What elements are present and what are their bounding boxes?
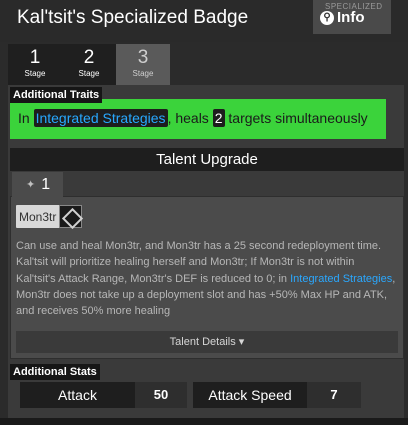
- stat-value: 50: [135, 382, 187, 408]
- info-label: Info: [337, 9, 365, 26]
- bottom-divider: [0, 418, 408, 425]
- potential-icon: ✦: [26, 179, 36, 191]
- trait-text-post: targets simultaneously: [228, 110, 368, 126]
- header-bar: Kal'tsit's Specialized Badge SPECIALIZED…: [0, 0, 408, 42]
- additional-traits-label: Additional Traits: [10, 87, 103, 103]
- mon3tr-icon: [59, 205, 83, 228]
- page-title: Kal'tsit's Specialized Badge: [17, 7, 249, 28]
- info-button[interactable]: ⚲ Info: [320, 9, 365, 26]
- talent-tab-1[interactable]: ✦ 1: [12, 172, 63, 197]
- trait-text-mid: , heals: [167, 110, 209, 126]
- target-count-chip: 2: [212, 109, 225, 127]
- stat-name: Attack: [20, 382, 135, 408]
- mon3tr-tag-label: Mon3tr: [19, 209, 57, 224]
- talent-upgrade-header: Talent Upgrade: [10, 148, 404, 171]
- stat-attack: Attack 50: [20, 382, 187, 408]
- stage-label: Stage: [78, 69, 100, 78]
- mode-chip: Integrated Strategies: [33, 109, 168, 127]
- talent-details-button[interactable]: Talent Details ▾: [16, 331, 398, 353]
- stage-number: 2: [83, 47, 95, 68]
- trait-text-pre: In: [18, 110, 30, 126]
- stage-number: 3: [137, 47, 149, 68]
- additional-stats-label: Additional Stats: [10, 364, 100, 380]
- caret-down-icon: ▾: [238, 336, 245, 348]
- stage-label: Stage: [132, 69, 154, 78]
- tab-stage-3[interactable]: 3 Stage: [116, 44, 170, 85]
- tab-stage-1[interactable]: 1 Stage: [8, 44, 62, 85]
- stage-label: Stage: [24, 69, 46, 78]
- trait-box: In Integrated Strategies, heals 2 target…: [10, 99, 386, 139]
- stage-number: 1: [29, 47, 41, 68]
- tab-stage-2[interactable]: 2 Stage: [62, 44, 116, 85]
- integrated-strategies-link[interactable]: Integrated Strategies: [290, 273, 392, 285]
- stat-name: Attack Speed: [193, 382, 307, 408]
- mon3tr-tag: Mon3tr: [16, 205, 83, 228]
- talent-details-label: Talent Details: [169, 336, 236, 348]
- talent-tab-number: 1: [41, 175, 51, 193]
- stage-tabs: 1 Stage 2 Stage 3 Stage: [8, 44, 170, 85]
- talent-description: Can use and heal Mon3tr, and Mon3tr has …: [16, 238, 396, 319]
- zoom-icon: ⚲: [320, 10, 334, 25]
- stat-attack-speed: Attack Speed 7: [193, 382, 361, 408]
- stat-value: 7: [307, 382, 361, 408]
